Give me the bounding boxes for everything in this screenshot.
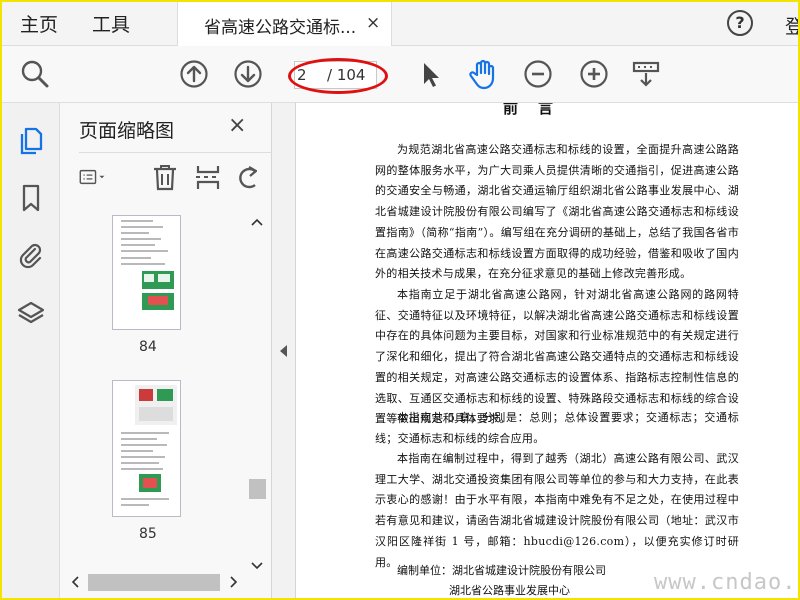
tab-tools[interactable]: 工具 <box>92 10 130 37</box>
document-paragraph: 本指南在编制过程中，得到了越秀（湖北）高速公路有限公司、武汉理工大学、湖北交通投… <box>375 452 739 569</box>
thumbnail-horizontal-scrollbar[interactable] <box>68 571 246 593</box>
vertical-scrollbar-graphic <box>249 218 266 570</box>
page-thumbnails-panel: 页面缩略图 × 84 85 <box>60 103 272 598</box>
page-thumbnails-icon[interactable] <box>16 125 46 155</box>
compiler-line: 编制单位：湖北省城建设计院股份有限公司 <box>397 564 606 577</box>
rotate-page-icon[interactable] <box>235 163 257 191</box>
tab-close-icon[interactable]: × <box>366 13 380 33</box>
zoom-out-icon[interactable] <box>523 59 553 89</box>
document-view[interactable]: 前言 为规范湖北省高速公路交通标志和标线的设置，全面提升高速公路路网的整体服务水… <box>296 103 798 598</box>
page-thumbnail-preview <box>121 385 177 506</box>
horizontal-scrollbar-graphic <box>71 574 238 591</box>
attachments-icon[interactable] <box>16 240 46 270</box>
panel-close-icon[interactable]: × <box>228 113 246 138</box>
page-display-icon[interactable] <box>631 59 661 89</box>
panel-title: 页面缩略图 <box>79 120 175 142</box>
compiler-line-2: 湖北省公路事业发展中心 <box>449 584 570 597</box>
page-thumbnail[interactable] <box>112 215 181 330</box>
document-tab-title: 省高速公路交通标... <box>204 18 357 38</box>
document-heading: 前言 <box>503 103 574 117</box>
site-watermark: www.cndao.com <box>654 570 798 595</box>
compiler-info: 编制单位：湖北省城建设计院股份有限公司 湖北省公路事业发展中心 <box>397 561 606 598</box>
page-box-highlight <box>288 58 388 94</box>
zoom-in-icon[interactable] <box>579 59 609 89</box>
sign-in-button[interactable]: 登 <box>785 12 798 39</box>
page-thumbnail[interactable] <box>112 380 181 517</box>
panel-splitter[interactable] <box>272 103 296 598</box>
page-thumbnail-preview <box>121 220 174 310</box>
thumbnail-options-icon[interactable] <box>79 163 107 191</box>
select-pointer-icon[interactable] <box>416 59 446 89</box>
bookmarks-icon[interactable] <box>16 183 46 213</box>
help-icon[interactable]: ? <box>727 10 753 36</box>
tab-document[interactable]: 省高速公路交通标... × <box>177 2 392 46</box>
page-up-icon[interactable] <box>179 59 209 89</box>
thumbnail-page-number: 84 <box>139 339 157 355</box>
collapse-panel-icon[interactable] <box>280 345 287 357</box>
document-paragraph: 本指南共 5 章，分别是：总则；总体设置要求；交通标志；交通标线；交通标志和标线… <box>375 411 739 445</box>
navigation-rail <box>2 103 60 598</box>
extract-page-icon[interactable] <box>194 163 222 191</box>
thumbnail-vertical-scrollbar[interactable] <box>248 213 266 578</box>
layers-icon[interactable] <box>16 299 46 329</box>
main-toolbar: / 104 <box>2 46 798 103</box>
tab-bar: 主页 工具 省高速公路交通标... × ? 登 <box>2 2 798 46</box>
tab-home[interactable]: 主页 <box>20 10 58 37</box>
panel-toolbar <box>79 152 272 192</box>
app-window: 主页 工具 省高速公路交通标... × ? 登 / 104 <box>0 0 800 600</box>
thumbnail-list: 84 85 <box>60 208 272 598</box>
hand-tool-icon[interactable] <box>467 58 499 90</box>
thumbnail-page-number: 85 <box>139 526 157 542</box>
delete-page-icon[interactable] <box>151 163 179 191</box>
page-down-icon[interactable] <box>233 59 263 89</box>
document-paragraph: 为规范湖北省高速公路交通标志和标线的设置，全面提升高速公路路网的整体服务水平，为… <box>375 143 739 281</box>
zoom-search-icon[interactable] <box>20 59 50 89</box>
